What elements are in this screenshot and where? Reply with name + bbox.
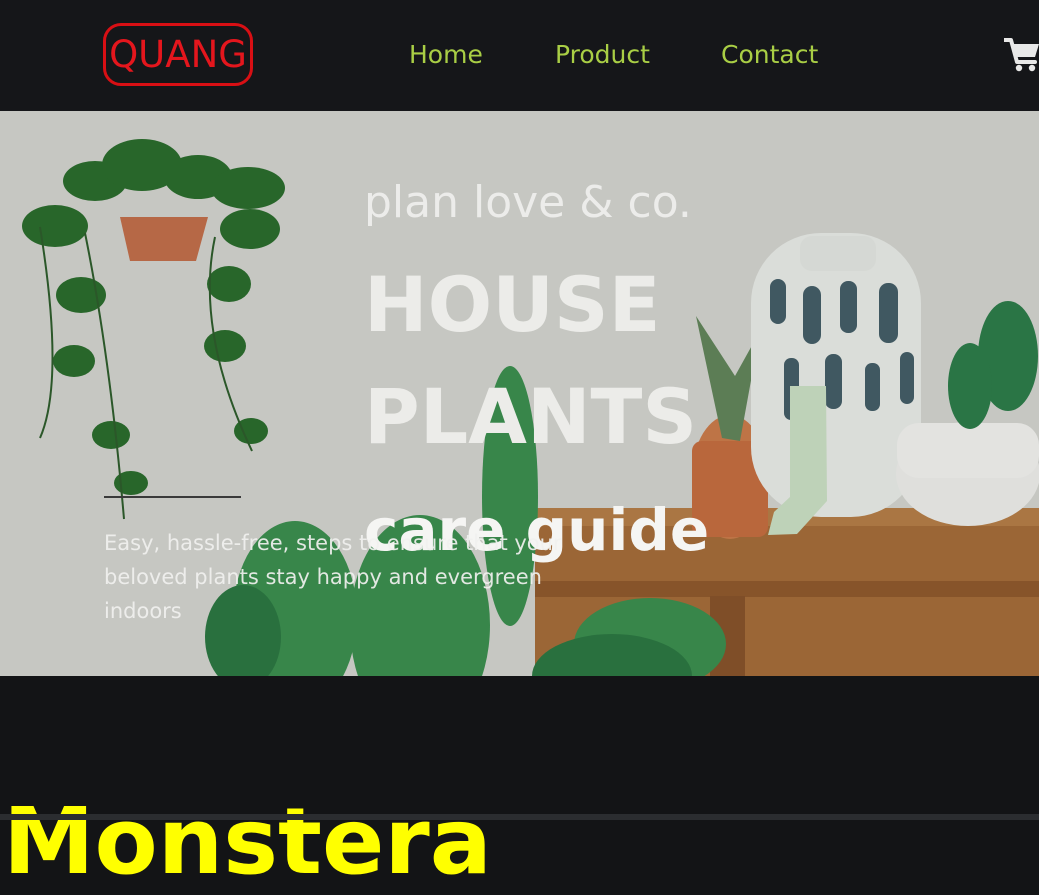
nav-link-home[interactable]: Home: [409, 38, 483, 72]
section-title: Monstera: [3, 788, 492, 895]
hero-title-line-1: HOUSE: [364, 260, 661, 349]
hero-banner: plan love & co. HOUSE PLANTS care guide …: [0, 111, 1039, 676]
hero-description: Easy, hassle-free, steps to ensure that …: [104, 531, 562, 623]
brand-tagline: plan love & co.: [364, 177, 692, 228]
hero-divider: [104, 496, 241, 498]
shopping-cart-icon[interactable]: [1002, 33, 1039, 73]
monstera-section: Monstera: [0, 676, 1039, 892]
page-bottom-edge: [0, 814, 1039, 820]
nav-link-contact[interactable]: Contact: [721, 38, 818, 72]
top-navigation-bar: QUANG Home Product Contact: [0, 0, 1039, 111]
nav-link-product[interactable]: Product: [555, 38, 650, 72]
main-navigation: Home Product Contact: [0, 38, 1039, 72]
hero-title-line-2: PLANTS: [364, 372, 698, 461]
